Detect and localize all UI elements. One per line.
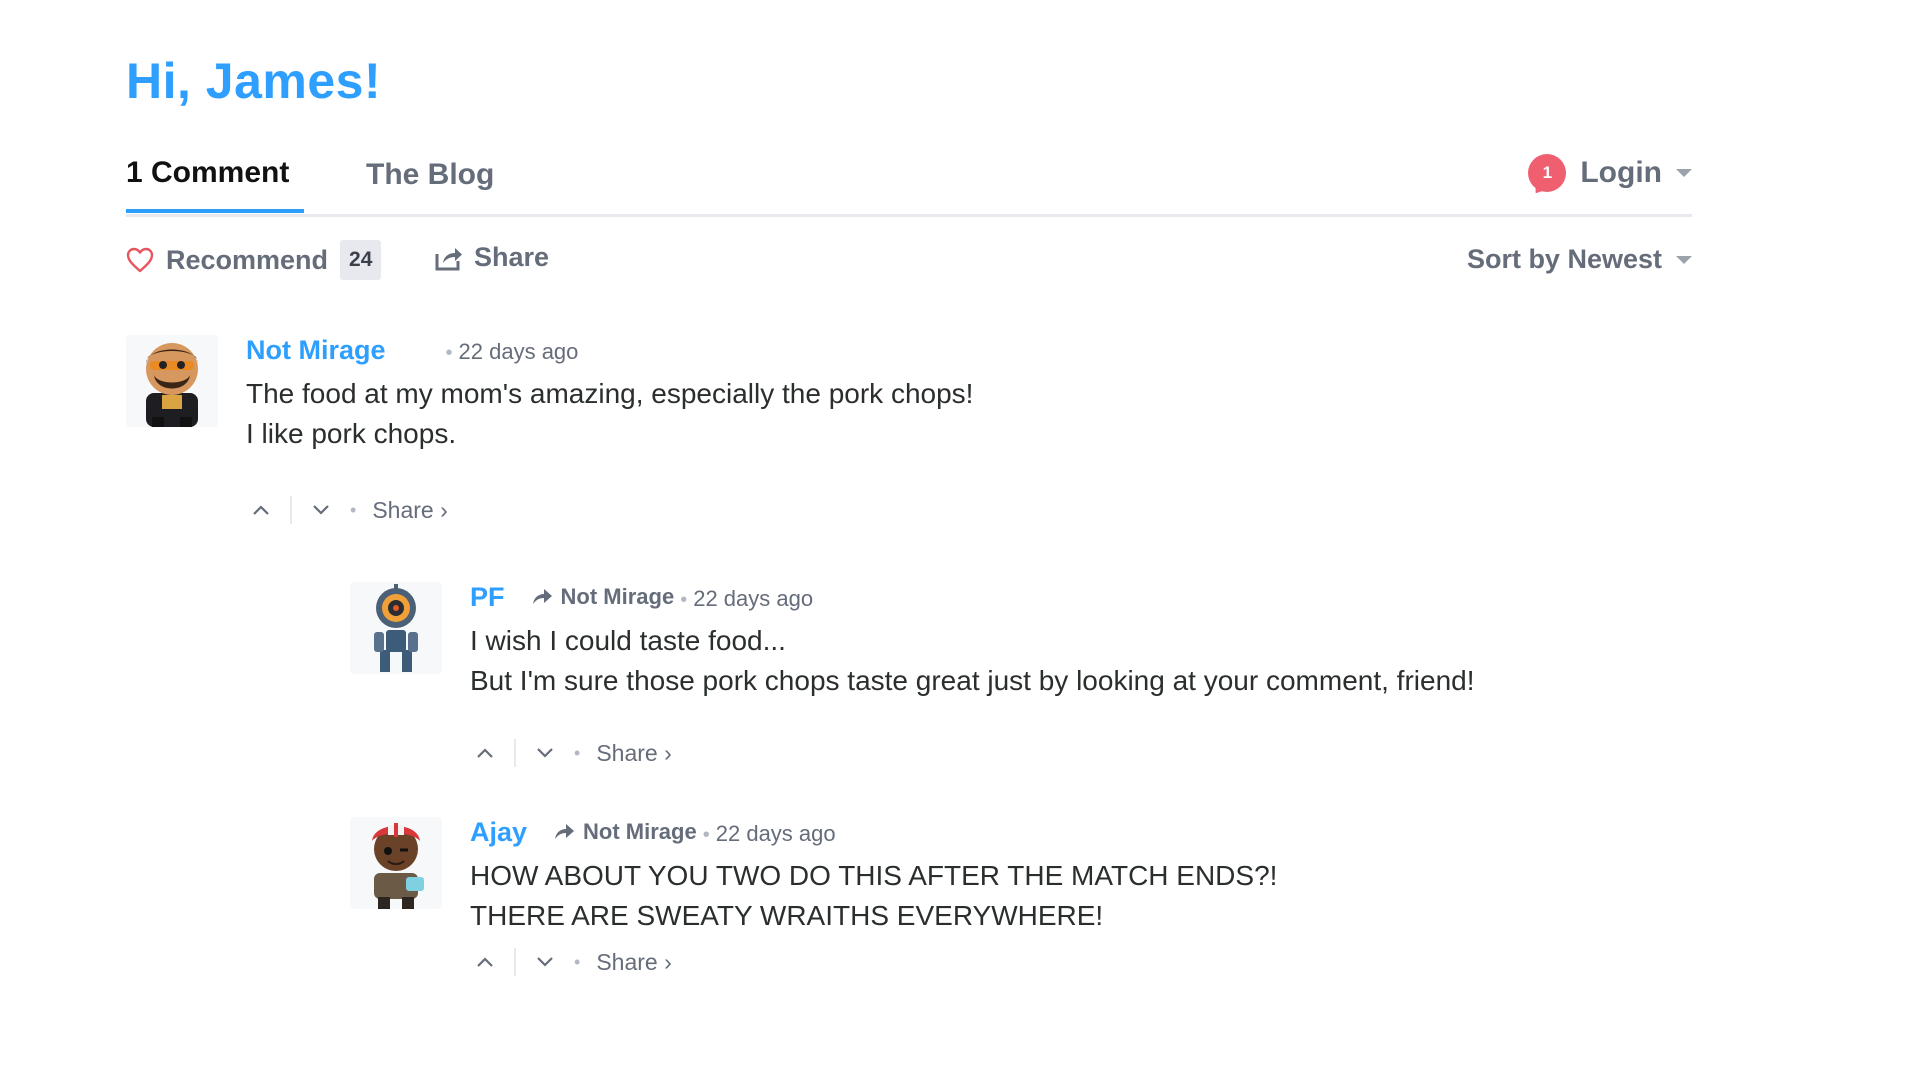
pathfinder-avatar-icon [374,584,418,672]
chevron-down-icon[interactable] [536,747,554,759]
upvote-button[interactable] [246,495,276,525]
share-thread-button[interactable]: Share [434,242,549,273]
comment-timestamp[interactable]: 22 days ago [693,586,813,612]
comment-meta: Not Mirage • 22 days ago [246,335,973,366]
comment-body: PF Not Mirage • 22 days ago I wish I cou… [470,582,1475,701]
mirage-avatar-icon [146,343,198,427]
chevron-up-icon[interactable] [252,504,270,516]
separator-dot: • [445,342,453,364]
comment-line: I wish I could taste food... [470,625,786,656]
recommend-count: 24 [340,240,382,280]
comment-share-link[interactable]: Share › [372,497,447,524]
separator-dot: • [574,951,581,972]
reply-to-name[interactable]: Not Mirage [583,819,697,845]
comment-line: THERE ARE SWEATY WRAITHS EVERYWHERE! [470,900,1104,931]
comment-text: HOW ABOUT YOU TWO DO THIS AFTER THE MATC… [470,856,1277,936]
comment-body: Not Mirage • 22 days ago The food at my … [246,335,973,454]
comment-share-link[interactable]: Share › [596,740,671,767]
reply-to-link[interactable]: Not Mirage [531,584,675,610]
comment-timestamp[interactable]: 22 days ago [459,339,579,365]
reply-arrow-icon [555,824,575,839]
comment-item: Ajay Not Mirage • 22 days ago HOW ABOUT … [350,817,1690,997]
upvote-button[interactable] [470,947,500,977]
comment-line: I like pork chops. [246,418,457,449]
vote-divider [514,739,516,767]
reply-to-link[interactable]: Not Mirage [553,819,697,845]
comment-text: I wish I could taste food... But I'm sur… [470,621,1475,701]
comment-footer: • Share › [470,738,672,768]
share-icon[interactable] [434,244,464,272]
comment-item: PF Not Mirage • 22 days ago I wish I cou… [350,582,1690,782]
login-label[interactable]: Login [1580,156,1662,190]
lifeline-avatar-icon [372,823,424,909]
tab-blog[interactable]: The Blog [366,158,494,192]
downvote-button[interactable] [530,738,560,768]
avatar[interactable] [126,335,218,427]
avatar[interactable] [350,817,442,909]
chevron-up-icon[interactable] [476,956,494,968]
chevron-down-icon[interactable] [536,956,554,968]
comment-meta: PF Not Mirage • 22 days ago [470,582,1475,613]
tab-bar: 1 Comment The Blog 1 Login [126,150,1692,217]
vote-divider [290,496,292,524]
notification-badge[interactable]: 1 [1528,154,1567,192]
comment-timestamp[interactable]: 22 days ago [716,821,836,847]
comment-meta: Ajay Not Mirage • 22 days ago [470,817,1277,848]
share-label[interactable]: Share [474,242,549,273]
comments-page: Hi, James! 1 Comment The Blog 1 Login Re… [0,0,1920,1080]
upvote-button[interactable] [470,738,500,768]
chevron-down-icon[interactable] [312,504,330,516]
comment-author[interactable]: Ajay [470,817,527,848]
separator-dot: • [574,742,581,763]
tab-comments[interactable]: 1 Comment [126,156,304,213]
downvote-button[interactable] [530,947,560,977]
comment-footer: • Share › [470,947,672,977]
reply-arrow-icon [532,589,552,604]
comment-line: HOW ABOUT YOU TWO DO THIS AFTER THE MATC… [470,860,1278,891]
comment-author[interactable]: PF [470,582,505,613]
chevron-down-icon[interactable] [1676,255,1692,264]
heart-icon[interactable] [126,247,154,273]
comment-footer: • Share › [246,495,448,525]
downvote-button[interactable] [306,495,336,525]
sort-label[interactable]: Sort by Newest [1467,244,1662,275]
comment-text: The food at my mom's amazing, especially… [246,374,973,454]
chevron-down-icon[interactable] [1676,169,1692,177]
separator-dot: • [702,824,710,846]
comment-share-link[interactable]: Share › [596,949,671,976]
reply-to-name[interactable]: Not Mirage [561,584,675,610]
login-menu[interactable]: 1 Login [1528,154,1692,192]
separator-dot: • [680,589,688,611]
sort-dropdown[interactable]: Sort by Newest [1467,244,1692,275]
comment-line: But I'm sure those pork chops taste grea… [470,665,1475,696]
comment-line: The food at my mom's amazing, especially… [246,378,974,409]
chevron-up-icon[interactable] [476,747,494,759]
comment-author[interactable]: Not Mirage [246,335,386,366]
comment-item: Not Mirage • 22 days ago The food at my … [126,335,1686,535]
greeting-title: Hi, James! [126,53,382,109]
avatar[interactable] [350,582,442,674]
comment-body: Ajay Not Mirage • 22 days ago HOW ABOUT … [470,817,1277,936]
vote-divider [514,948,516,976]
recommend-label[interactable]: Recommend [166,245,328,276]
recommend-button[interactable]: Recommend 24 [126,240,382,280]
action-bar: Recommend 24 Share Sort by Newest [126,240,1692,284]
separator-dot: • [350,499,357,520]
